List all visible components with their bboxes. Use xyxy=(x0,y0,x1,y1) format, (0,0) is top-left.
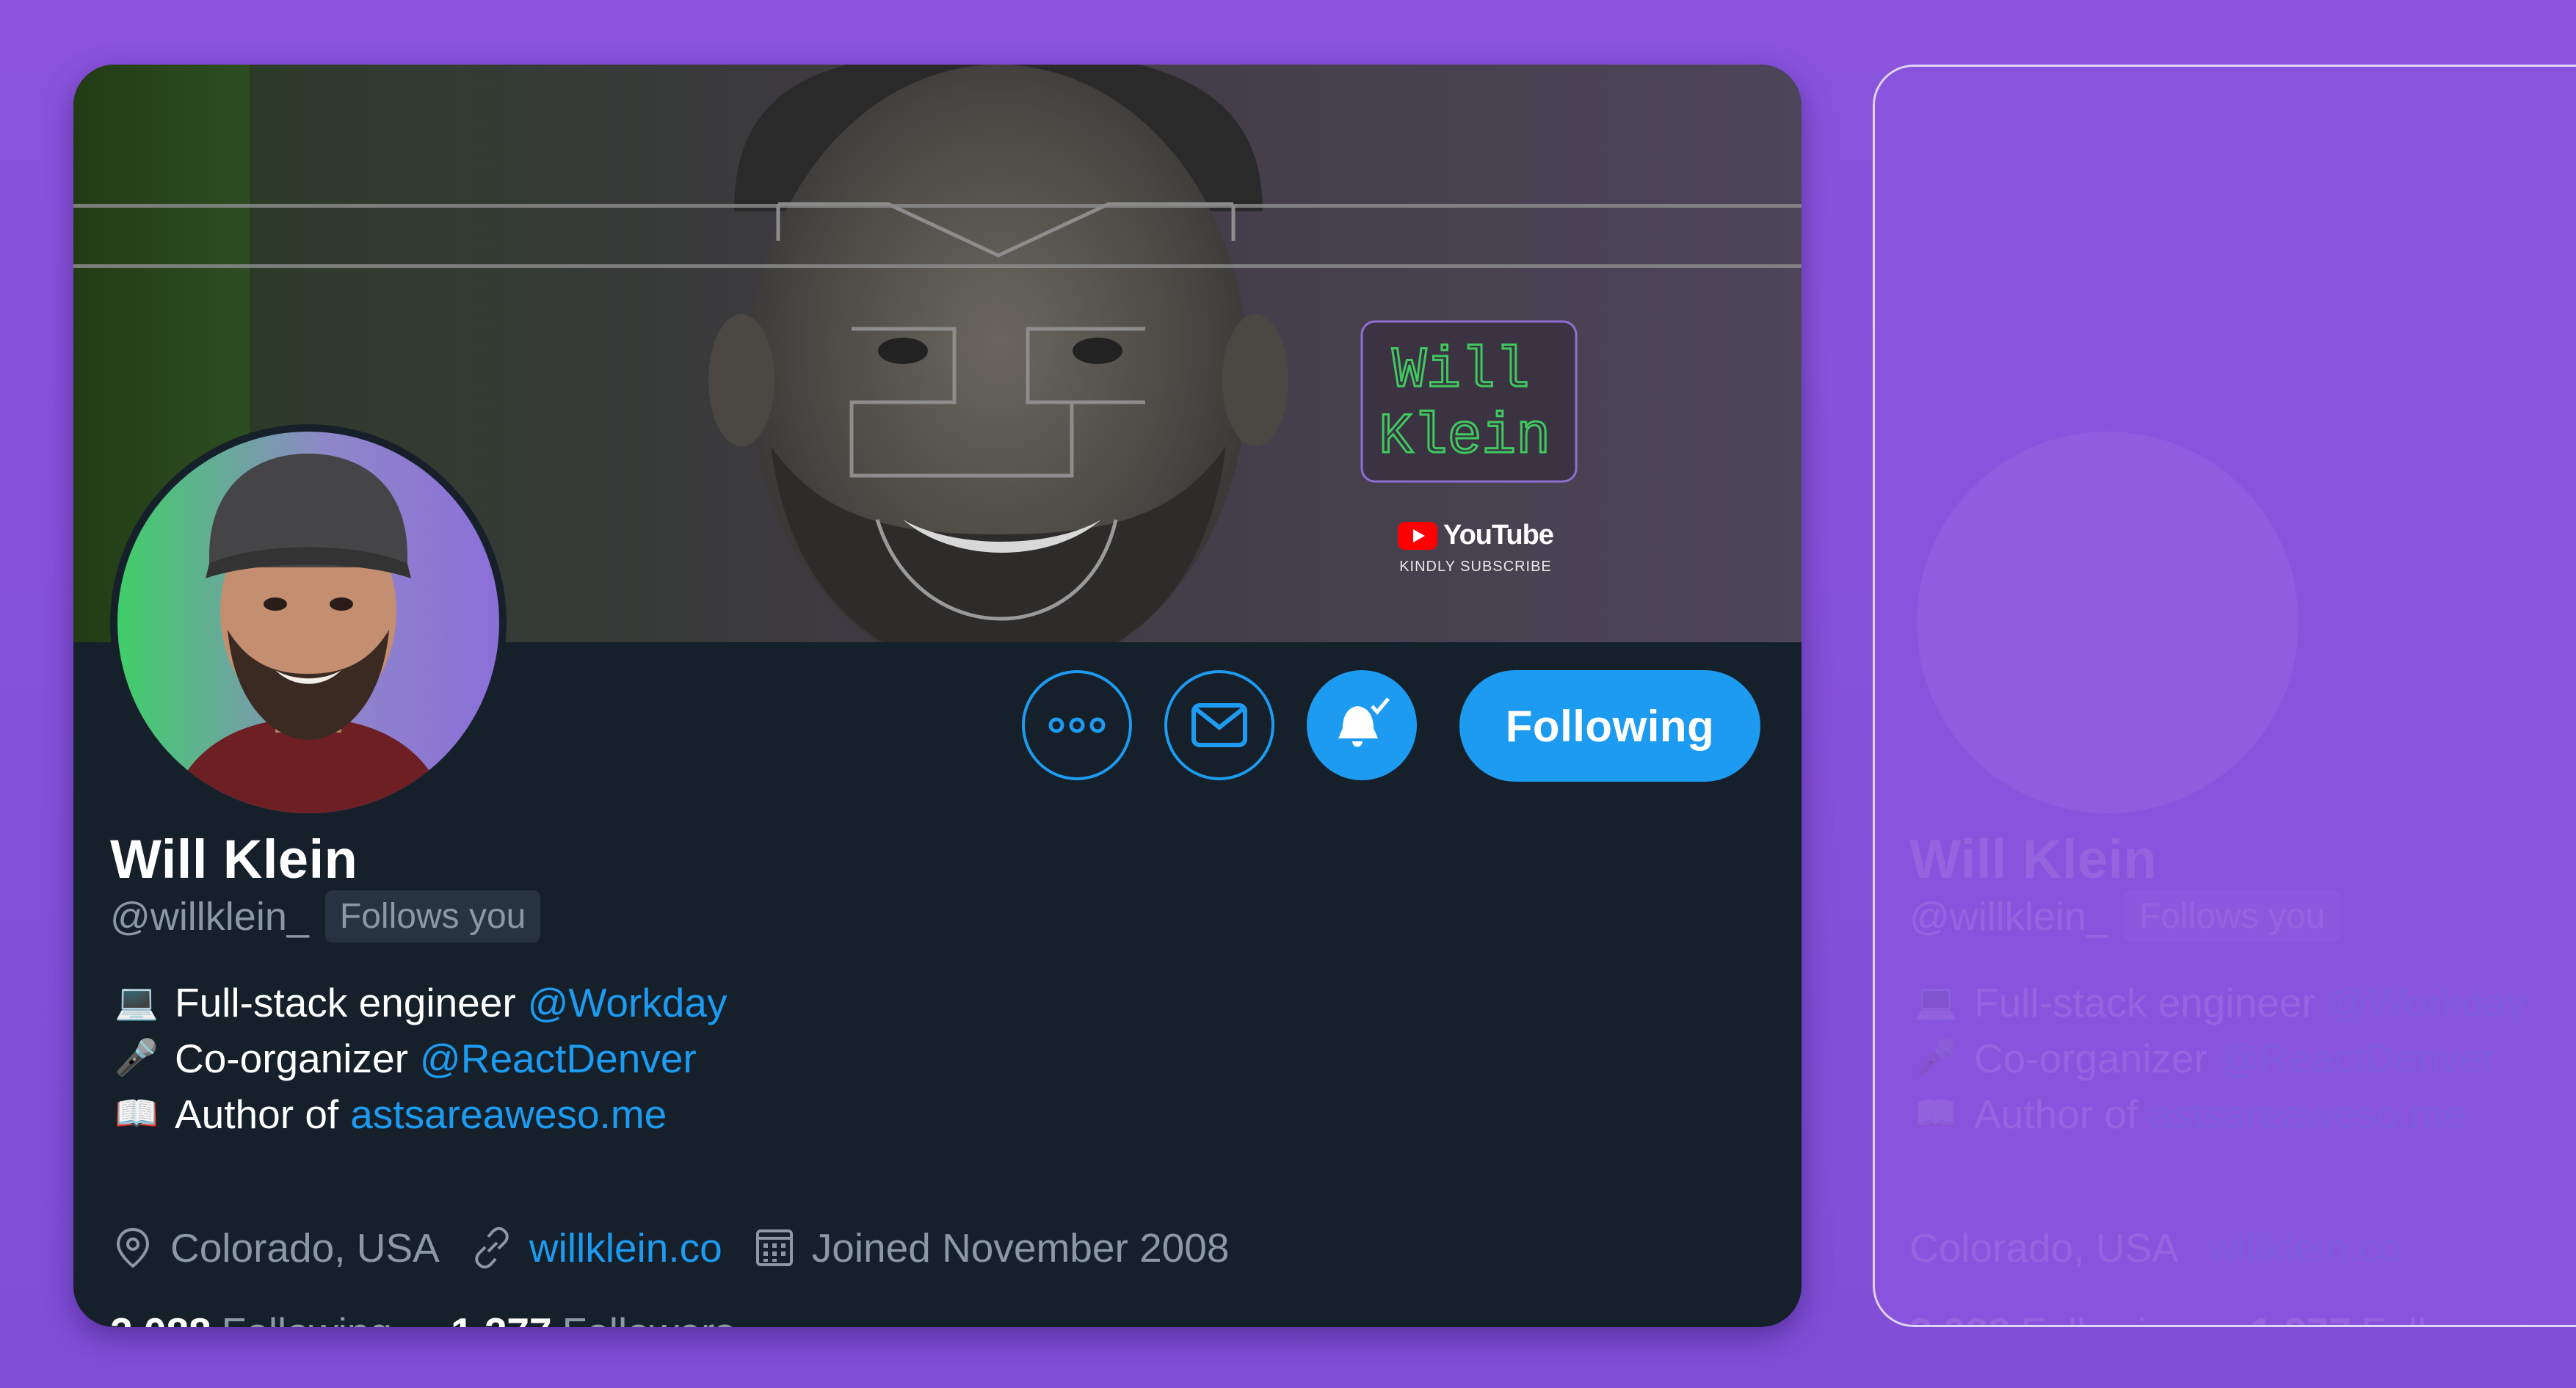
bio-link-astsareawesome[interactable]: astsareaweso.me xyxy=(350,1086,667,1142)
banner-logo-line2: Klein xyxy=(1379,405,1550,470)
following-count: 2,088 xyxy=(110,1309,211,1327)
laptop-icon: 💻 xyxy=(115,983,159,1022)
stage: Will Klein YouTube KINDLY SUBSCRIBE Foll… xyxy=(0,0,2576,1388)
joined-text: Joined November 2008 xyxy=(811,1225,1230,1271)
bio-link-workday[interactable]: @Workday xyxy=(528,975,728,1031)
followers-count: 1,277 xyxy=(451,1309,552,1327)
avatar[interactable] xyxy=(110,424,507,821)
profile-handle: @willklein_ xyxy=(110,894,309,939)
bio-text: Co-organizer xyxy=(175,1036,408,1081)
profile-meta: Colorado, USA willklein.co Joined Novemb… xyxy=(110,1224,1258,1271)
ghost-tint-overlay xyxy=(1875,67,2576,1325)
following-label: Following xyxy=(222,1309,392,1327)
followers-label: Followers xyxy=(562,1309,735,1327)
bio-text: Full-stack engineer xyxy=(175,980,516,1025)
bio-line: 🎤 Co-organizer @ReactDenver xyxy=(110,1031,728,1086)
banner-logo-line1: Will xyxy=(1392,339,1529,404)
message-button[interactable] xyxy=(1164,670,1274,780)
website-item: willklein.co xyxy=(469,1224,722,1271)
youtube-wordmark: YouTube xyxy=(1443,520,1554,551)
ghost-profile-card: Will Klein @willklein_ Follows you 💻 Ful… xyxy=(1873,65,2576,1327)
follows-you-badge: Follows you xyxy=(324,890,541,942)
location-pin-icon xyxy=(116,1227,150,1268)
bio-line: 💻 Full-stack engineer @Workday xyxy=(110,975,728,1031)
location-text: Colorado, USA xyxy=(170,1225,440,1271)
notifications-button[interactable] xyxy=(1307,670,1417,780)
bell-check-icon xyxy=(1338,697,1390,747)
link-icon xyxy=(475,1227,509,1269)
microphone-icon: 🎤 xyxy=(115,1039,159,1078)
profile-name: Will Klein xyxy=(110,829,358,890)
profile-card: Will Klein YouTube KINDLY SUBSCRIBE Foll… xyxy=(73,65,1802,1327)
following-button[interactable]: Following xyxy=(1459,670,1760,782)
handle-row: @willklein_ Follows you xyxy=(110,890,541,942)
more-button[interactable] xyxy=(1022,670,1132,780)
profile-stats: 2,088 Following 1,277 Followers xyxy=(110,1309,735,1327)
banner-youtube-block: YouTube KINDLY SUBSCRIBE xyxy=(1395,520,1556,575)
profile-bio: 💻 Full-stack engineer @Workday 🎤 Co-orga… xyxy=(110,975,728,1142)
following-stat[interactable]: 2,088 Following xyxy=(110,1309,392,1327)
banner-rule-bottom xyxy=(73,264,1802,268)
book-icon: 📖 xyxy=(115,1094,159,1133)
calendar-icon xyxy=(755,1229,793,1266)
website-link[interactable]: willklein.co xyxy=(529,1224,722,1271)
bio-text: Author of xyxy=(175,1091,339,1137)
bio-line: 📖 Author of astsareaweso.me xyxy=(110,1086,728,1142)
youtube-subscribe-text: KINDLY SUBSCRIBE xyxy=(1399,559,1552,575)
followers-stat[interactable]: 1,277 Followers xyxy=(451,1309,735,1327)
youtube-play-icon xyxy=(1398,521,1438,550)
banner-rule-top xyxy=(73,204,1802,208)
location-item: Colorado, USA xyxy=(110,1224,440,1271)
avatar-photo xyxy=(117,432,499,813)
joined-item: Joined November 2008 xyxy=(752,1224,1230,1271)
bio-link-reactdenver[interactable]: @ReactDenver xyxy=(420,1031,697,1086)
envelope-icon xyxy=(1191,703,1247,747)
more-horizontal-icon xyxy=(1048,717,1106,733)
